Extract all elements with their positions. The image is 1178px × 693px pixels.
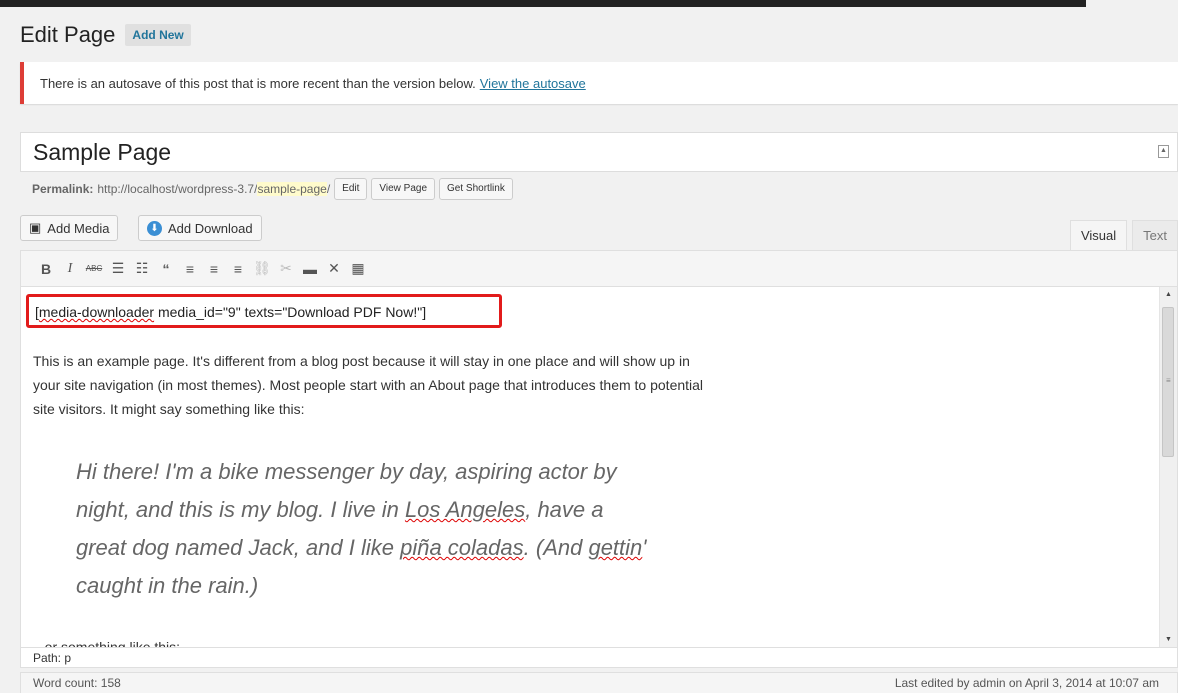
permalink-row: Permalink: http://localhost/wordpress-3.… bbox=[32, 178, 513, 200]
editor-path: Path: p bbox=[20, 648, 1178, 668]
shortcode-tag: media-downloader bbox=[38, 304, 155, 320]
strikethrough-icon[interactable]: ABC bbox=[83, 258, 105, 280]
get-shortlink-button[interactable]: Get Shortlink bbox=[439, 178, 513, 200]
autosave-notice: There is an autosave of this post that i… bbox=[20, 62, 1178, 104]
quote-city: Los Angeles bbox=[404, 497, 526, 522]
add-download-label: Add Download bbox=[168, 220, 253, 236]
unlink-icon[interactable]: ✂ bbox=[275, 258, 297, 280]
italic-icon[interactable]: I bbox=[59, 258, 81, 280]
permalink-base: http://localhost/wordpress-3.7/ bbox=[97, 182, 258, 196]
tab-visual[interactable]: Visual bbox=[1069, 220, 1128, 250]
add-download-button[interactable]: ⬇ Add Download bbox=[138, 215, 262, 241]
blockquote-icon[interactable]: “ bbox=[155, 258, 177, 280]
more-text: ...or something like this: bbox=[33, 639, 181, 648]
blockquote: Hi there! I'm a bike messenger by day, a… bbox=[76, 453, 656, 605]
quote-drink: piña coladas bbox=[400, 535, 524, 560]
post-title-text[interactable]: Sample Page bbox=[33, 139, 171, 166]
post-status-info: Word count: 158 Last edited by admin on … bbox=[20, 672, 1178, 693]
quote-part-c: . (And bbox=[523, 535, 589, 560]
bold-icon[interactable]: B bbox=[35, 258, 57, 280]
bullet-list-icon[interactable]: ☰ bbox=[107, 258, 129, 280]
editor-toolbar: B I ABC ☰ ☷ “ ≡ ≡ ≡ ⛓ ✂ ▬ ✕ ▦ bbox=[20, 250, 1178, 286]
last-edited: Last edited by admin on April 3, 2014 at… bbox=[894, 676, 1159, 690]
page-title: Edit Page bbox=[20, 22, 116, 47]
quote-gettin: gettin bbox=[588, 535, 643, 560]
editor-content[interactable]: [media-downloader media_id="9" texts="Do… bbox=[20, 286, 1178, 648]
add-media-label: Add Media bbox=[47, 220, 110, 236]
permalink-end: / bbox=[326, 182, 331, 196]
read-more-icon[interactable]: ▬ bbox=[299, 258, 321, 280]
scroll-up-icon[interactable]: ▲ bbox=[1165, 291, 1172, 298]
add-media-button[interactable]: ▣ Add Media bbox=[20, 215, 119, 241]
title-field-icon: ▲ bbox=[1158, 145, 1169, 158]
editor-scrollbar[interactable]: ▲ ≡ ▼ bbox=[1159, 287, 1177, 647]
link-icon[interactable]: ⛓ bbox=[251, 258, 273, 280]
permalink-label: Permalink: bbox=[32, 182, 94, 196]
view-autosave-link[interactable]: View the autosave bbox=[480, 76, 586, 91]
word-count: Word count: 158 bbox=[33, 676, 121, 690]
example-paragraph: This is an example page. It's different … bbox=[33, 353, 704, 417]
editor-tabs: Visual Text bbox=[1065, 220, 1178, 250]
view-page-button[interactable]: View Page bbox=[371, 178, 436, 200]
media-icon: ▣ bbox=[29, 220, 42, 235]
download-icon: ⬇ bbox=[147, 220, 162, 236]
permalink-slug[interactable]: sample-page bbox=[257, 182, 327, 196]
shortcode-highlight[interactable]: [media-downloader media_id="9" texts="Do… bbox=[26, 294, 502, 328]
numbered-list-icon[interactable]: ☷ bbox=[131, 258, 153, 280]
shortcode-rest: media_id="9" texts="Download PDF Now!"] bbox=[154, 304, 427, 320]
autosave-notice-text: There is an autosave of this post that i… bbox=[40, 75, 476, 91]
edit-permalink-button[interactable]: Edit bbox=[334, 178, 368, 200]
scroll-down-icon[interactable]: ▼ bbox=[1165, 636, 1172, 643]
admin-top-bar bbox=[0, 0, 1086, 7]
align-center-icon[interactable]: ≡ bbox=[203, 258, 225, 280]
align-left-icon[interactable]: ≡ bbox=[179, 258, 201, 280]
add-new-button[interactable]: Add New bbox=[125, 24, 191, 46]
scroll-thumb[interactable]: ≡ bbox=[1162, 307, 1174, 457]
post-title-input[interactable]: Sample Page ▲ bbox=[20, 132, 1178, 172]
fullscreen-icon[interactable]: ✕ bbox=[323, 258, 345, 280]
scroll-grip-icon: ≡ bbox=[1166, 376, 1171, 385]
kitchen-sink-icon[interactable]: ▦ bbox=[347, 258, 369, 280]
tab-text[interactable]: Text bbox=[1132, 220, 1178, 250]
align-right-icon[interactable]: ≡ bbox=[227, 258, 249, 280]
page-heading: Edit Page Add New bbox=[20, 22, 191, 48]
